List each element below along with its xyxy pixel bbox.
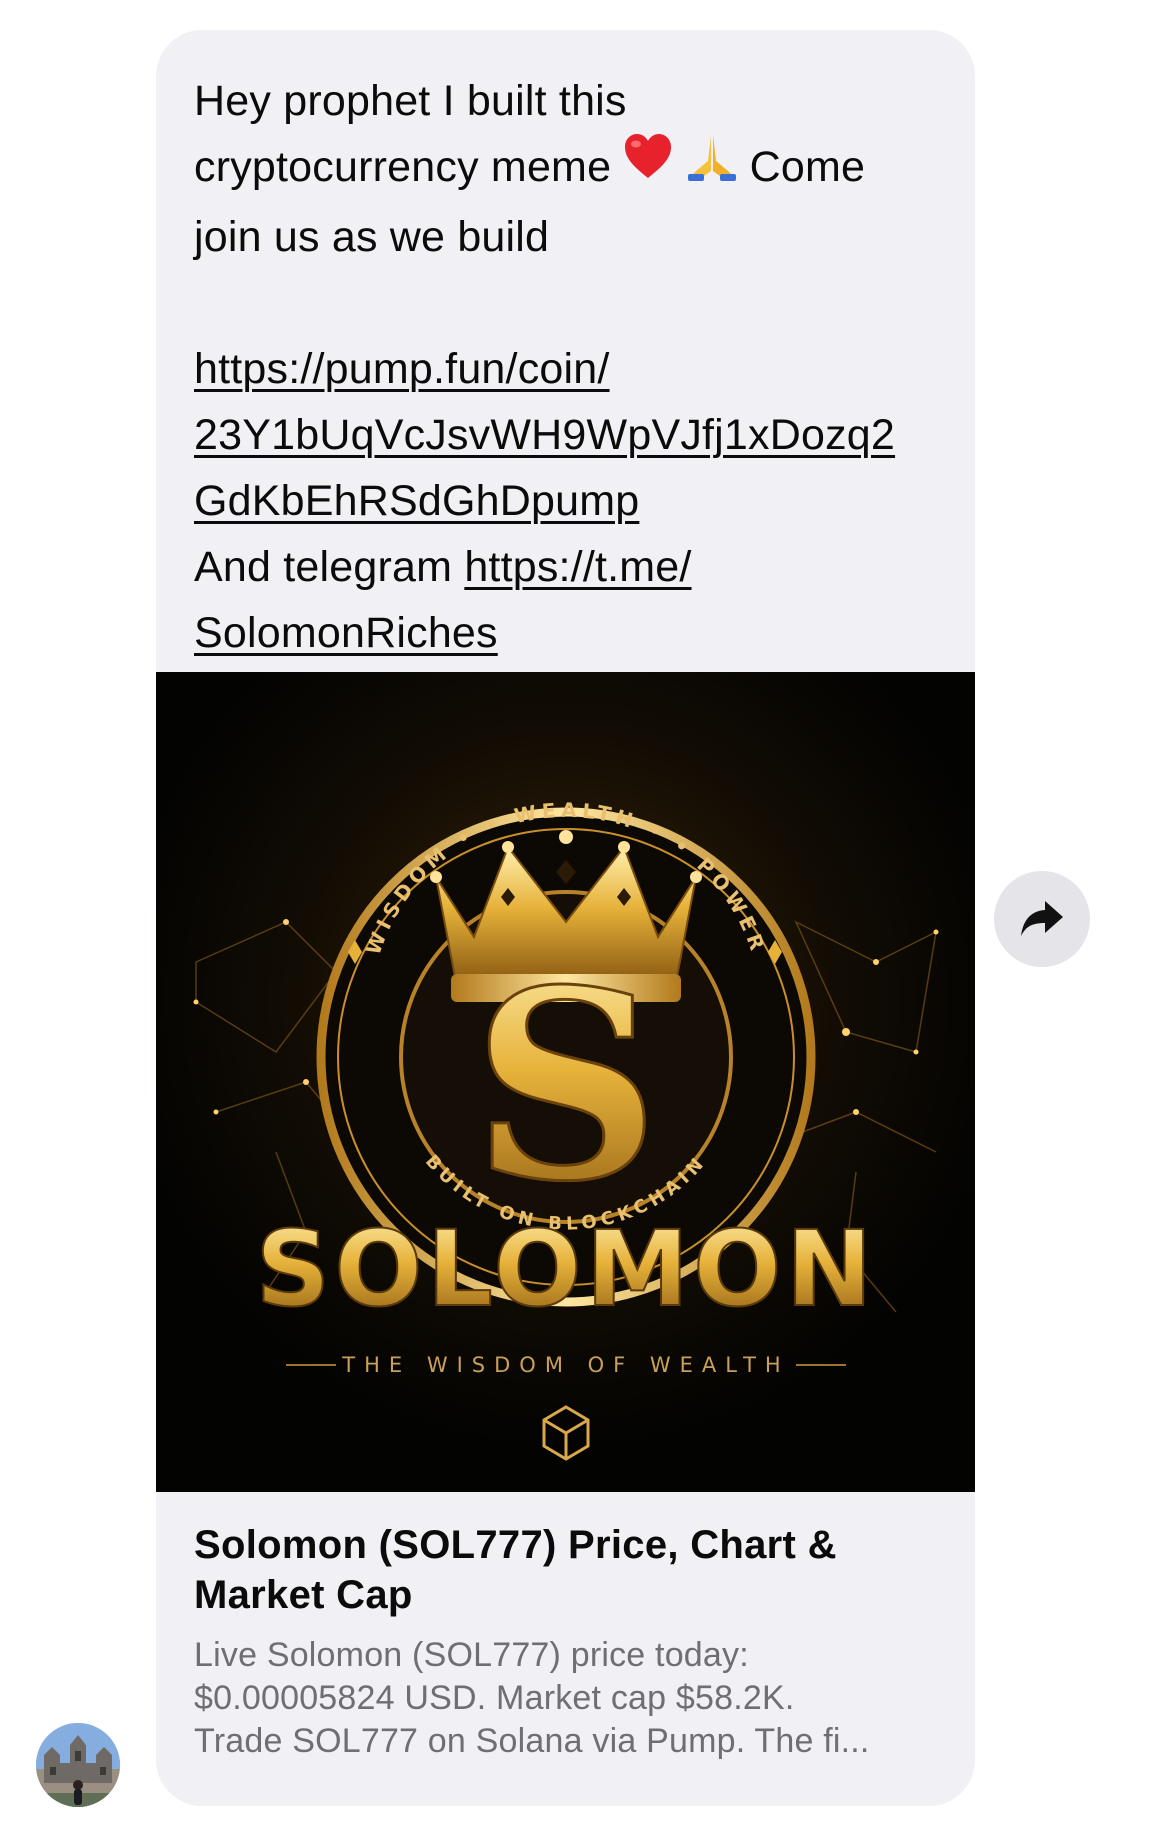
link-preview-meta[interactable]: Solomon (SOL777) Price, Chart & Market C…: [194, 1520, 954, 1763]
heart-emoji-icon: [623, 132, 673, 199]
telegram-link-part-2[interactable]: SolomonRiches: [194, 609, 498, 657]
link-desc-line-1: Live Solomon (SOL777) price today:: [194, 1636, 749, 1674]
message-line-1: Hey prophet I built this: [194, 77, 627, 125]
message-bubble[interactable]: Hey prophet I built this cryptocurrency …: [156, 30, 975, 1806]
pump-link-line-2[interactable]: 23Y1bUqVcJsvWH9WpVJfj1xDozq2: [194, 402, 954, 468]
message-line-3: join us as we build: [194, 213, 550, 262]
pump-link-part-1[interactable]: https://pump.fun/coin/: [194, 345, 610, 393]
pump-link-part-2[interactable]: 23Y1bUqVcJsvWH9WpVJfj1xDozq2: [194, 411, 895, 459]
link-desc-line-2: $0.00005824 USD. Market cap $58.2K.: [194, 1679, 795, 1717]
pump-link-part-3[interactable]: GdKbEhRSdGhDpump: [194, 477, 639, 525]
avatar-image-icon: [36, 1723, 120, 1807]
link-title-line-2: Market Cap: [194, 1573, 413, 1617]
link-desc-line-3: Trade SOL777 on Solana via Pump. The fi.…: [194, 1722, 870, 1760]
message-text: Hey prophet I built this cryptocurrency …: [194, 68, 954, 666]
message-line-2: cryptocurrency meme Come: [194, 134, 954, 204]
message-line-2-end: Come: [749, 143, 866, 191]
wordmark: SOLOMON: [255, 1208, 876, 1330]
telegram-prefix: And telegram: [194, 543, 465, 592]
share-arrow-icon: [1021, 901, 1063, 936]
tagline: THE WISDOM OF WEALTH: [341, 1353, 789, 1377]
share-button[interactable]: [994, 871, 1090, 967]
link-preview-description: Live Solomon (SOL777) price today: $0.00…: [194, 1634, 954, 1763]
link-preview-title: Solomon (SOL777) Price, Chart & Market C…: [194, 1520, 954, 1620]
link-preview-image[interactable]: WISDOM • • WEALTH • • POWER BUILT ON BLO…: [156, 672, 975, 1492]
link-title-line-1: Solomon (SOL777) Price, Chart &: [194, 1523, 837, 1567]
pump-link-line-1[interactable]: https://pump.fun/coin/: [194, 336, 954, 402]
solomon-coin-logo: WISDOM • • WEALTH • • POWER BUILT ON BLO…: [156, 672, 975, 1492]
chat-screen: Hey prophet I built this cryptocurrency …: [0, 0, 1170, 1838]
pump-link-line-3[interactable]: GdKbEhRSdGhDpump: [194, 468, 954, 534]
coin-letter: S: [472, 934, 660, 1239]
telegram-link-part-1[interactable]: https://t.me/: [464, 543, 691, 591]
folded-hands-emoji-icon: [686, 131, 738, 200]
message-line-2-start: cryptocurrency meme: [194, 143, 612, 191]
telegram-line-2[interactable]: SolomonRiches: [194, 600, 954, 666]
telegram-line-1: And telegram https://t.me/: [194, 534, 954, 600]
sender-avatar[interactable]: [36, 1723, 120, 1807]
